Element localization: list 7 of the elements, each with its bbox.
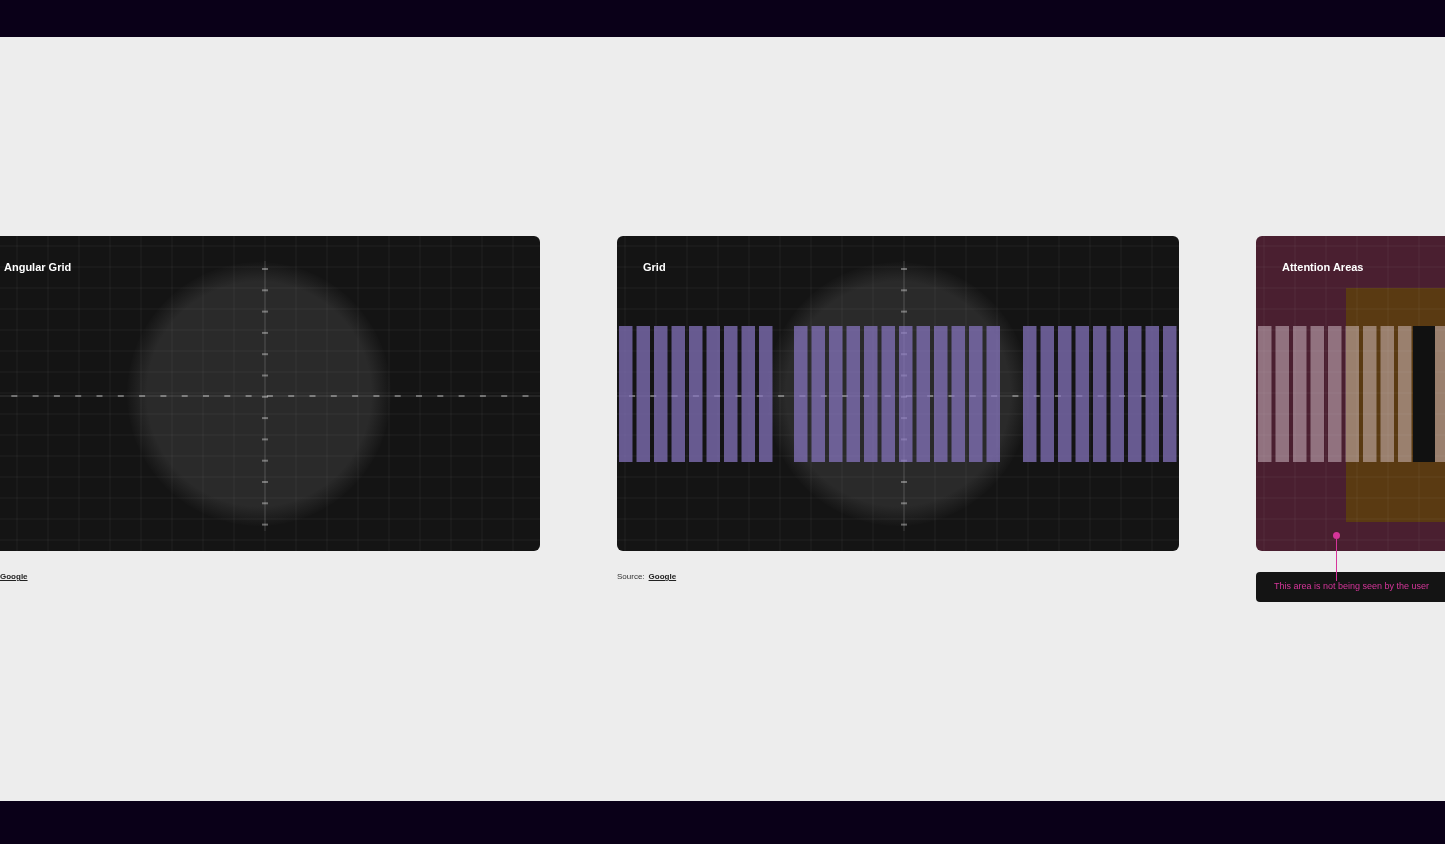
source-link[interactable]: Google — [648, 571, 677, 583]
card-title: Attention Areas — [1282, 260, 1364, 275]
source-label: Source: — [617, 571, 645, 583]
card-title: Grid — [643, 260, 666, 275]
card-title: Angular Grid — [4, 260, 72, 275]
note-text: This area is not being seen by the user — [1274, 580, 1430, 594]
source-link[interactable]: Google — [0, 571, 28, 583]
